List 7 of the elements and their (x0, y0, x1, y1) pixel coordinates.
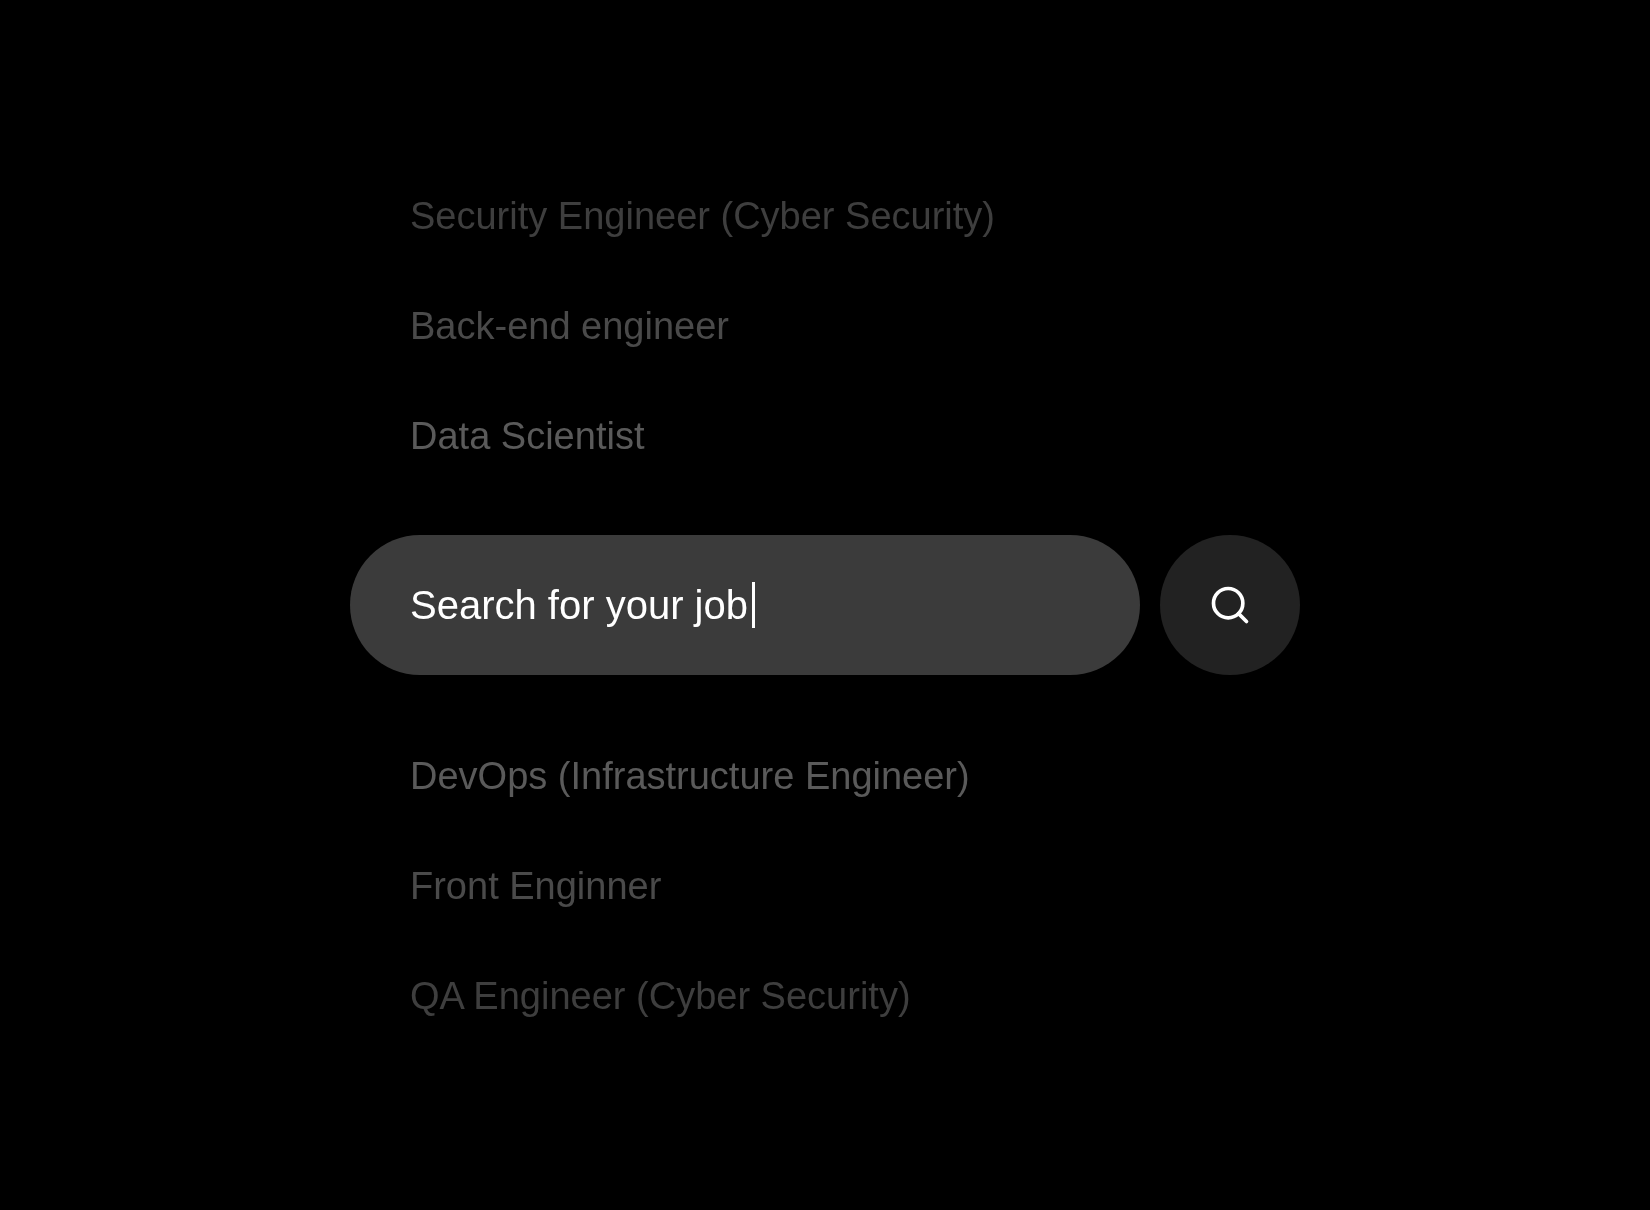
job-suggestion[interactable]: Security Engineer (Cyber Security) (410, 192, 995, 240)
search-field[interactable]: Search for your job (350, 535, 1140, 675)
job-suggestion[interactable]: QA Engineer (Cyber Security) (410, 972, 911, 1020)
job-suggestion[interactable]: Front Enginner (410, 862, 662, 910)
job-suggestion[interactable]: Data Scientist (410, 412, 645, 460)
job-suggestion[interactable]: DevOps (Infrastructure Engineer) (410, 752, 970, 800)
job-suggestion[interactable]: Back-end engineer (410, 302, 729, 350)
